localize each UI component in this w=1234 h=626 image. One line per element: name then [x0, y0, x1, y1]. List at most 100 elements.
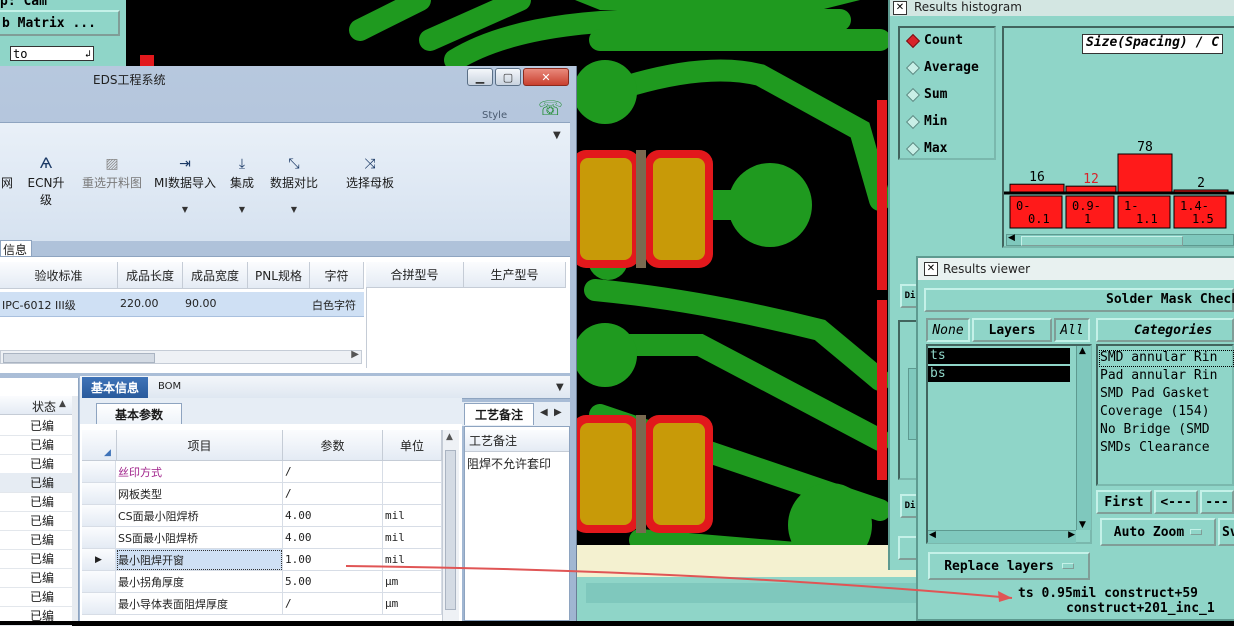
layer-item-bs[interactable]: bs: [928, 366, 1070, 382]
compare-dropdown-icon[interactable]: ▼: [268, 205, 320, 214]
layers-none-button[interactable]: None: [926, 318, 970, 342]
scroll-right-icon[interactable]: ▶: [351, 349, 359, 360]
histogram-bar[interactable]: [1009, 183, 1065, 193]
category-item[interactable]: SMD Pad Gasket: [1100, 386, 1210, 401]
param-row-marker[interactable]: [82, 527, 116, 549]
histogram-option[interactable]: Min: [905, 114, 947, 129]
param-row-marker[interactable]: [82, 461, 116, 483]
layers-all-button[interactable]: All: [1054, 318, 1090, 342]
category-item[interactable]: Coverage (154): [1100, 404, 1210, 419]
param-item[interactable]: 网板类型: [116, 483, 283, 505]
param-item[interactable]: 丝印方式: [116, 461, 283, 483]
info-tab[interactable]: 信息: [0, 240, 32, 257]
param-value[interactable]: /: [283, 593, 383, 615]
param-item[interactable]: SS面最小阻焊桥: [116, 527, 283, 549]
toolbar-button-integrate[interactable]: ⤓ 集成 ▼: [228, 154, 256, 214]
ribbon-collapse-icon[interactable]: ▼: [553, 130, 561, 141]
phone-icon[interactable]: ☏: [538, 96, 563, 120]
header-length[interactable]: 成品长度: [118, 262, 183, 288]
to-input[interactable]: to ↲: [10, 46, 94, 61]
auto-zoom-button[interactable]: Auto Zoom: [1100, 518, 1216, 546]
process-header[interactable]: 工艺备注: [465, 430, 569, 452]
header-item[interactable]: 项目: [116, 430, 283, 460]
process-tab-prev-icon[interactable]: ◀: [540, 407, 548, 418]
param-item[interactable]: CS面最小阻焊桥: [116, 505, 283, 527]
param-row-marker[interactable]: [82, 505, 116, 527]
histogram-scroll-thumb[interactable]: [1021, 236, 1183, 246]
header-width[interactable]: 成品宽度: [183, 262, 248, 288]
toolbar-button-net[interactable]: 网: [0, 154, 14, 191]
param-value[interactable]: 4.00: [283, 505, 383, 527]
param-value[interactable]: 1.00: [283, 549, 383, 571]
param-value[interactable]: /: [283, 461, 383, 483]
tab-bom[interactable]: BOM: [158, 381, 181, 392]
histogram-bar[interactable]: [1117, 153, 1173, 193]
header-unit[interactable]: 单位: [383, 430, 442, 460]
param-row-marker[interactable]: ▶: [82, 549, 116, 571]
bottom-panel-collapse-icon[interactable]: ▼: [556, 382, 564, 393]
param-value[interactable]: 4.00: [283, 527, 383, 549]
param-row-marker[interactable]: [82, 571, 116, 593]
viewer-close-icon[interactable]: ✕: [924, 262, 938, 276]
tab-process-notes[interactable]: 工艺备注: [464, 403, 534, 425]
replace-layers-button[interactable]: Replace layers: [928, 552, 1090, 580]
param-item[interactable]: 最小拐角厚度: [116, 571, 283, 593]
maximize-button[interactable]: ▢: [495, 68, 521, 86]
close-button[interactable]: ✕: [523, 68, 569, 86]
category-item[interactable]: SMDs Clearance: [1100, 440, 1210, 455]
layer-list-scrollbar[interactable]: ▲ ▼: [1076, 346, 1091, 530]
tab-basic-info[interactable]: 基本信息: [82, 377, 148, 398]
minimize-button[interactable]: ▁: [467, 68, 493, 86]
param-item[interactable]: 最小阻焊开窗: [116, 549, 283, 571]
mi-import-dropdown-icon[interactable]: ▼: [154, 205, 216, 214]
layer-list-hscroll[interactable]: ◀ ▶: [928, 530, 1076, 543]
param-value[interactable]: /: [283, 483, 383, 505]
layers-layers-button[interactable]: Layers: [972, 318, 1052, 342]
left-list-header[interactable]: 状态 ▲: [0, 396, 72, 415]
header-char[interactable]: 字符: [310, 262, 364, 288]
toolbar-button-mi-import[interactable]: ⇥ MI数据导入 ▼: [154, 154, 216, 214]
toolbar-button-reselect[interactable]: ▨ 重选开料图: [80, 154, 144, 191]
params-scroll-thumb[interactable]: [445, 450, 456, 610]
integrate-dropdown-icon[interactable]: ▼: [228, 205, 256, 214]
header-acceptance[interactable]: 验收标准: [0, 262, 118, 288]
histogram-option[interactable]: Max: [905, 141, 947, 156]
histogram-option[interactable]: Count: [905, 33, 963, 48]
matrix-button[interactable]: b Matrix ...: [0, 10, 120, 36]
tab-basic-params[interactable]: 基本参数: [96, 403, 182, 424]
header-value[interactable]: 参数: [283, 430, 383, 460]
layer-item-ts[interactable]: ts: [928, 348, 1070, 364]
param-item[interactable]: 最小导体表面阻焊厚度: [116, 593, 283, 615]
next-button[interactable]: ---: [1200, 490, 1234, 514]
histogram-option[interactable]: Sum: [905, 87, 947, 102]
histogram-scrollbar[interactable]: ◀: [1006, 233, 1234, 246]
category-item[interactable]: SMD annular Rin: [1100, 350, 1217, 365]
process-tab-next-icon[interactable]: ▶: [554, 407, 562, 418]
histogram-chart[interactable]: 16 0-0.1 12 0.9-1 78 1-1.1 2 1.4-1.5: [1004, 130, 1234, 230]
params-scroll-up-icon[interactable]: ▲: [446, 432, 453, 442]
histogram-option[interactable]: Average: [905, 60, 979, 75]
layer-scroll-right-icon[interactable]: ▶: [1068, 530, 1075, 540]
category-item[interactable]: Pad annular Rin: [1100, 368, 1217, 383]
param-row-marker[interactable]: [82, 483, 116, 505]
params-scrollbar[interactable]: ▲: [442, 430, 459, 621]
header-merge-model[interactable]: 合拼型号: [366, 262, 464, 288]
toolbar-button-compare[interactable]: ⤡ 数据对比 ▼: [268, 154, 320, 214]
left-list-scrollbar[interactable]: [72, 396, 78, 621]
top-table-scrollbar[interactable]: ▶: [0, 349, 362, 364]
param-row-marker[interactable]: [82, 593, 116, 615]
histogram-scroll-left-icon[interactable]: ◀: [1008, 233, 1015, 243]
layer-scroll-left-icon[interactable]: ◀: [929, 530, 936, 540]
header-production-model[interactable]: 生产型号: [464, 262, 566, 288]
category-item[interactable]: No Bridge (SMD: [1100, 422, 1210, 437]
histogram-close-icon[interactable]: ✕: [893, 1, 907, 15]
header-pnl[interactable]: PNL规格: [248, 262, 310, 288]
param-value[interactable]: 5.00: [283, 571, 383, 593]
prev-button[interactable]: <---: [1154, 490, 1198, 514]
layer-scroll-up-icon[interactable]: ▲: [1079, 346, 1086, 356]
layer-scroll-down-icon[interactable]: ▼: [1079, 520, 1086, 530]
sv-button[interactable]: Sv: [1218, 518, 1234, 546]
scroll-thumb[interactable]: [3, 353, 155, 363]
toolbar-button-ecn[interactable]: Ѧ ECN升级: [22, 154, 70, 208]
first-button[interactable]: First: [1096, 490, 1152, 514]
